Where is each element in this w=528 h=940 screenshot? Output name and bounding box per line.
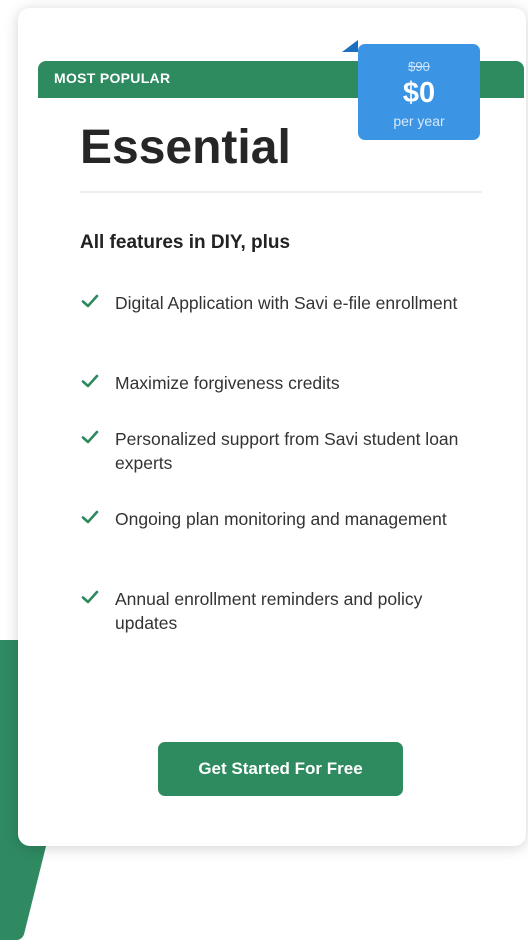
ribbon-label: MOST POPULAR: [54, 70, 171, 86]
check-icon: [81, 510, 99, 524]
feature-text: Ongoing plan monitoring and management: [115, 509, 447, 529]
price-badge: $90 $0 per year: [358, 44, 480, 140]
current-price: $0: [402, 77, 436, 109]
feature-text: Annual enrollment reminders and policy u…: [115, 589, 423, 633]
original-price: $90: [408, 59, 430, 74]
divider: [80, 191, 482, 193]
check-icon: [81, 374, 99, 388]
feature-text: Maximize forgiveness credits: [115, 373, 340, 393]
features-heading: All features in DIY, plus: [80, 232, 291, 253]
plan-title: Essential: [80, 121, 291, 174]
price-period: per year: [393, 113, 445, 129]
price-badge-fold: [342, 40, 358, 52]
feature-text: Personalized support from Savi student l…: [115, 429, 459, 473]
get-started-button[interactable]: Get Started For Free: [158, 742, 403, 796]
check-icon: [81, 590, 99, 604]
check-icon: [81, 294, 99, 308]
feature-text: Digital Application with Savi e-file enr…: [115, 293, 458, 313]
check-icon: [81, 430, 99, 444]
